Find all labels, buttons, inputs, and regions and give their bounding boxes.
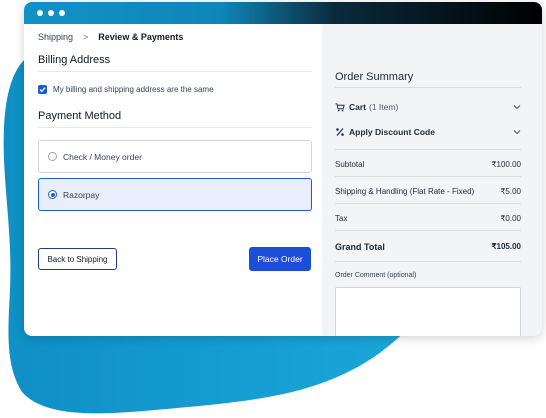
line-value: ₹5.00 <box>500 187 521 196</box>
discount-icon <box>335 127 346 137</box>
same-address-row[interactable]: My billing and shipping address are the … <box>38 85 312 94</box>
cart-label: Cart <box>349 102 367 112</box>
divider <box>335 87 521 88</box>
order-summary-title: Order Summary <box>335 71 414 83</box>
grand-total-value: ₹105.00 <box>491 242 521 251</box>
divider <box>335 230 521 231</box>
chevron-down-icon <box>513 128 521 137</box>
radio-razorpay[interactable] <box>48 190 57 199</box>
order-comment-label: Order Comment (optional) <box>335 272 417 279</box>
line-value: ₹0.00 <box>500 214 521 223</box>
divider <box>335 176 521 177</box>
discount-toggle[interactable]: Apply Discount Code <box>335 127 521 137</box>
payment-option-check[interactable]: Check / Money order <box>38 140 312 173</box>
summary-line-shipping: Shipping & Handling (Flat Rate - Fixed) … <box>335 187 521 196</box>
window-dot-icon[interactable] <box>48 10 54 16</box>
browser-window: Shipping > Review & Payments Billing Add… <box>24 2 542 336</box>
cart-icon <box>335 102 346 112</box>
discount-label: Apply Discount Code <box>349 127 435 137</box>
divider <box>335 261 521 262</box>
order-comment-textarea[interactable] <box>335 287 521 336</box>
cart-toggle[interactable]: Cart (1 Item) <box>335 102 521 112</box>
line-label: Subtotal <box>335 160 365 169</box>
breadcrumb-current: Review & Payments <box>98 32 184 42</box>
check-icon <box>39 87 46 93</box>
order-summary-panel: Order Summary Cart (1 Item) Apply Discou… <box>322 24 542 336</box>
chevron-down-icon <box>513 103 521 112</box>
radio-check-money[interactable] <box>48 152 57 161</box>
summary-line-tax: Tax ₹0.00 <box>335 214 521 223</box>
billing-title: Billing Address <box>38 54 111 66</box>
breadcrumb: Shipping > Review & Payments <box>38 32 183 42</box>
place-order-button[interactable]: Place Order <box>249 247 311 271</box>
breadcrumb-shipping[interactable]: Shipping <box>38 32 73 42</box>
payment-title: Payment Method <box>38 110 122 122</box>
divider <box>38 127 312 128</box>
payment-option-razorpay[interactable]: Razorpay <box>38 178 312 211</box>
window-dot-icon[interactable] <box>59 10 65 16</box>
summary-line-subtotal: Subtotal ₹100.00 <box>335 160 521 169</box>
window-titlebar <box>24 2 542 24</box>
cart-count: (1 Item) <box>369 102 399 112</box>
same-address-checkbox[interactable] <box>38 85 47 94</box>
divider <box>38 71 312 72</box>
payment-option-label: Razorpay <box>63 189 100 200</box>
chevron-right-icon: > <box>83 32 89 42</box>
same-address-label: My billing and shipping address are the … <box>53 85 214 94</box>
back-to-shipping-button[interactable]: Back to Shipping <box>38 248 117 270</box>
line-value: ₹100.00 <box>491 160 521 169</box>
line-label: Tax <box>335 214 348 223</box>
divider <box>335 149 521 150</box>
divider <box>335 203 521 204</box>
payment-option-label: Check / Money order <box>63 151 142 162</box>
checkout-main: Billing Address My billing and shipping … <box>38 54 312 211</box>
line-label: Shipping & Handling (Flat Rate - Fixed) <box>335 187 475 196</box>
window-dot-icon[interactable] <box>37 10 43 16</box>
grand-total-label: Grand Total <box>335 242 385 252</box>
grand-total-row: Grand Total ₹105.00 <box>335 242 521 252</box>
